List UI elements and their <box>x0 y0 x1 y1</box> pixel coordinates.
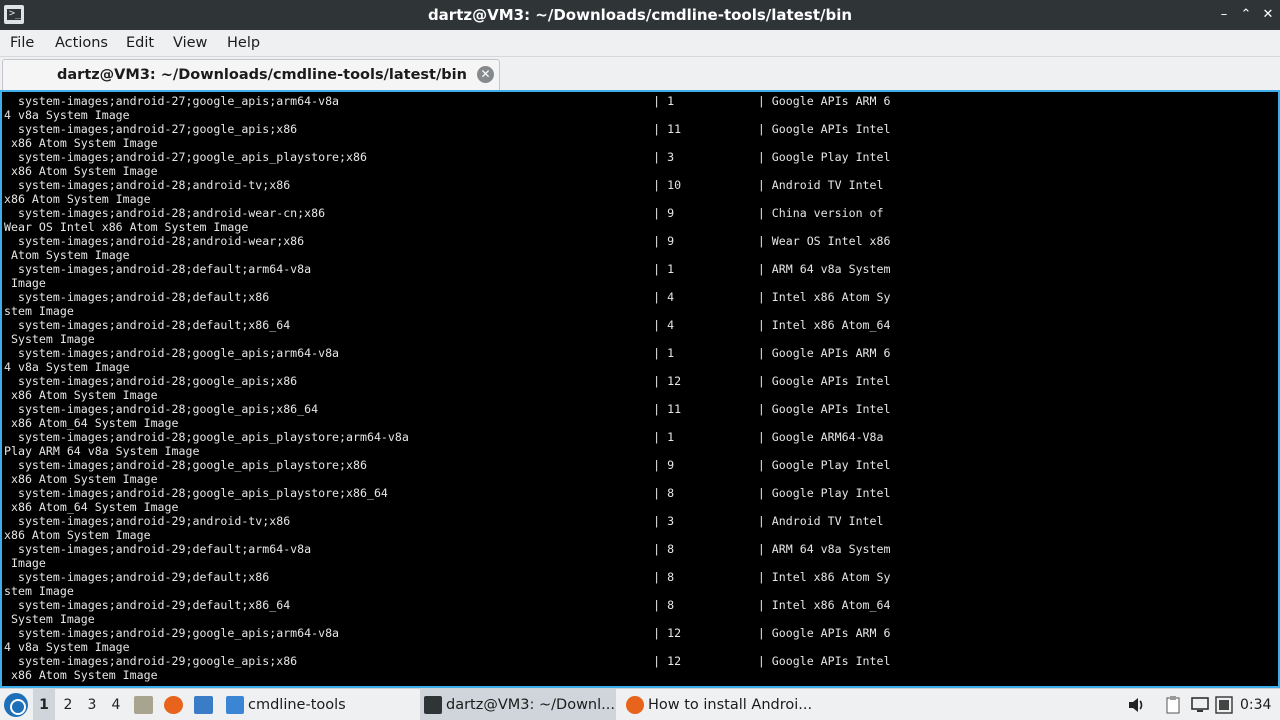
terminal-line: system-images;android-28;google_apis;x86… <box>4 402 891 416</box>
window-titlebar[interactable]: >_ dartz@VM3: ~/Downloads/cmdline-tools/… <box>0 0 1280 30</box>
file-manager-icon[interactable] <box>194 696 213 714</box>
menu-view[interactable]: View <box>173 30 207 57</box>
terminal-line: system-images;android-27;google_apis_pla… <box>4 150 891 164</box>
menu-edit[interactable]: Edit <box>126 30 154 57</box>
terminal-line: system-images;android-28;google_apis;arm… <box>4 346 891 360</box>
terminal-output[interactable]: system-images;android-27;google_apis;arm… <box>0 90 1280 688</box>
terminal-line: Play ARM 64 v8a System Image <box>4 444 200 458</box>
terminal-line: system-images;android-27;google_apis;x86… <box>4 122 891 136</box>
terminal-line: system-images;android-28;google_apis_pla… <box>4 458 891 472</box>
terminal-line: System Image <box>4 332 95 346</box>
tab-close-icon[interactable]: ✕ <box>477 66 494 83</box>
terminal-line: System Image <box>4 612 95 626</box>
terminal-icon <box>424 696 442 714</box>
terminal-line: system-images;android-28;android-wear-cn… <box>4 206 884 220</box>
window-title: dartz@VM3: ~/Downloads/cmdline-tools/lat… <box>427 6 853 24</box>
terminal-line: system-images;android-28;google_apis_pla… <box>4 486 891 500</box>
menu-help[interactable]: Help <box>227 30 260 57</box>
tab-bar: dartz@VM3: ~/Downloads/cmdline-tools/lat… <box>0 57 1280 90</box>
terminal-line: Image <box>4 276 46 290</box>
terminal-line: system-images;android-28;default;x86_64 … <box>4 318 891 332</box>
tab-label: dartz@VM3: ~/Downloads/cmdline-tools/lat… <box>57 67 467 83</box>
task-file-manager[interactable]: cmdline-tools <box>222 689 412 720</box>
terminal-line: x86 Atom System Image <box>4 472 158 486</box>
terminal-line: system-images;android-29;default;x86_64 … <box>4 598 891 612</box>
task-browser[interactable]: How to install Androi... <box>622 689 818 720</box>
menubar: File Actions Edit View Help <box>0 30 1280 57</box>
close-window-button[interactable]: ✕ <box>1260 6 1276 24</box>
show-desktop-icon[interactable] <box>134 696 153 714</box>
terminal-line: system-images;android-28;default;x86 | 4… <box>4 290 891 304</box>
terminal-line: x86 Atom System Image <box>4 192 151 206</box>
clipboard-icon[interactable] <box>1163 695 1183 715</box>
terminal-line: system-images;android-29;google_apis;x86… <box>4 654 891 668</box>
terminal-line: system-images;android-28;android-tv;x86 … <box>4 178 884 192</box>
terminal-line: Image <box>4 556 46 570</box>
terminal-line: system-images;android-28;google_apis;x86… <box>4 374 891 388</box>
terminal-line: system-images;android-29;google_apis;arm… <box>4 626 891 640</box>
restore-button[interactable]: ⌃ <box>1238 6 1254 24</box>
network-icon[interactable] <box>1214 695 1234 715</box>
terminal-line: x86 Atom System Image <box>4 164 158 178</box>
menu-actions[interactable]: Actions <box>55 30 108 57</box>
workspace-4[interactable]: 4 <box>105 689 127 720</box>
terminal-line: x86 Atom System Image <box>4 136 158 150</box>
start-menu-icon[interactable] <box>4 693 28 717</box>
terminal-line: Atom System Image <box>4 248 130 262</box>
terminal-line: x86 Atom System Image <box>4 388 158 402</box>
terminal-line: stem Image <box>4 584 74 598</box>
terminal-line: system-images;android-29;default;arm64-v… <box>4 542 891 556</box>
workspace-1[interactable]: 1 <box>33 689 55 720</box>
task-terminal[interactable]: dartz@VM3: ~/Downl... <box>420 689 616 720</box>
terminal-line: system-images;android-29;android-tv;x86 … <box>4 514 884 528</box>
terminal-line: 4 v8a System Image <box>4 360 130 374</box>
workspace-3[interactable]: 3 <box>81 689 103 720</box>
clock: 0:34 <box>1240 697 1272 713</box>
minimize-button[interactable]: – <box>1216 6 1232 24</box>
terminal-line: x86 Atom System Image <box>4 668 158 682</box>
terminal-line: system-images;android-28;google_apis_pla… <box>4 430 884 444</box>
terminal-line: Wear OS Intel x86 Atom System Image <box>4 220 249 234</box>
volume-icon[interactable] <box>1126 695 1146 715</box>
terminal-line: system-images;android-27;google_apis;arm… <box>4 94 891 108</box>
task-label: cmdline-tools <box>248 697 346 713</box>
terminal-glyph: >_ <box>9 8 22 19</box>
tab-terminal[interactable]: dartz@VM3: ~/Downloads/cmdline-tools/lat… <box>2 59 500 90</box>
terminal-line: system-images;android-28;android-wear;x8… <box>4 234 891 248</box>
task-label: How to install Androi... <box>648 697 813 713</box>
terminal-line: x86 Atom System Image <box>4 528 151 542</box>
terminal-line: system-images;android-29;default;x86 | 8… <box>4 570 891 584</box>
menu-file[interactable]: File <box>10 30 34 57</box>
terminal-line: 4 v8a System Image <box>4 640 130 654</box>
firefox-icon[interactable] <box>164 696 183 714</box>
terminal-line: system-images;android-28;default;arm64-v… <box>4 262 891 276</box>
terminal-line: stem Image <box>4 304 74 318</box>
display-icon[interactable] <box>1190 695 1210 715</box>
workspace-2[interactable]: 2 <box>57 689 79 720</box>
terminal-line: x86 Atom_64 System Image <box>4 500 179 514</box>
folder-icon <box>226 696 244 714</box>
terminal-line: x86 Atom_64 System Image <box>4 416 179 430</box>
task-label: dartz@VM3: ~/Downl... <box>446 697 615 713</box>
firefox-icon <box>626 696 644 714</box>
terminal-line: 4 v8a System Image <box>4 108 130 122</box>
taskbar: 1 2 3 4 cmdline-tools dartz@VM3: ~/Downl… <box>0 688 1280 720</box>
